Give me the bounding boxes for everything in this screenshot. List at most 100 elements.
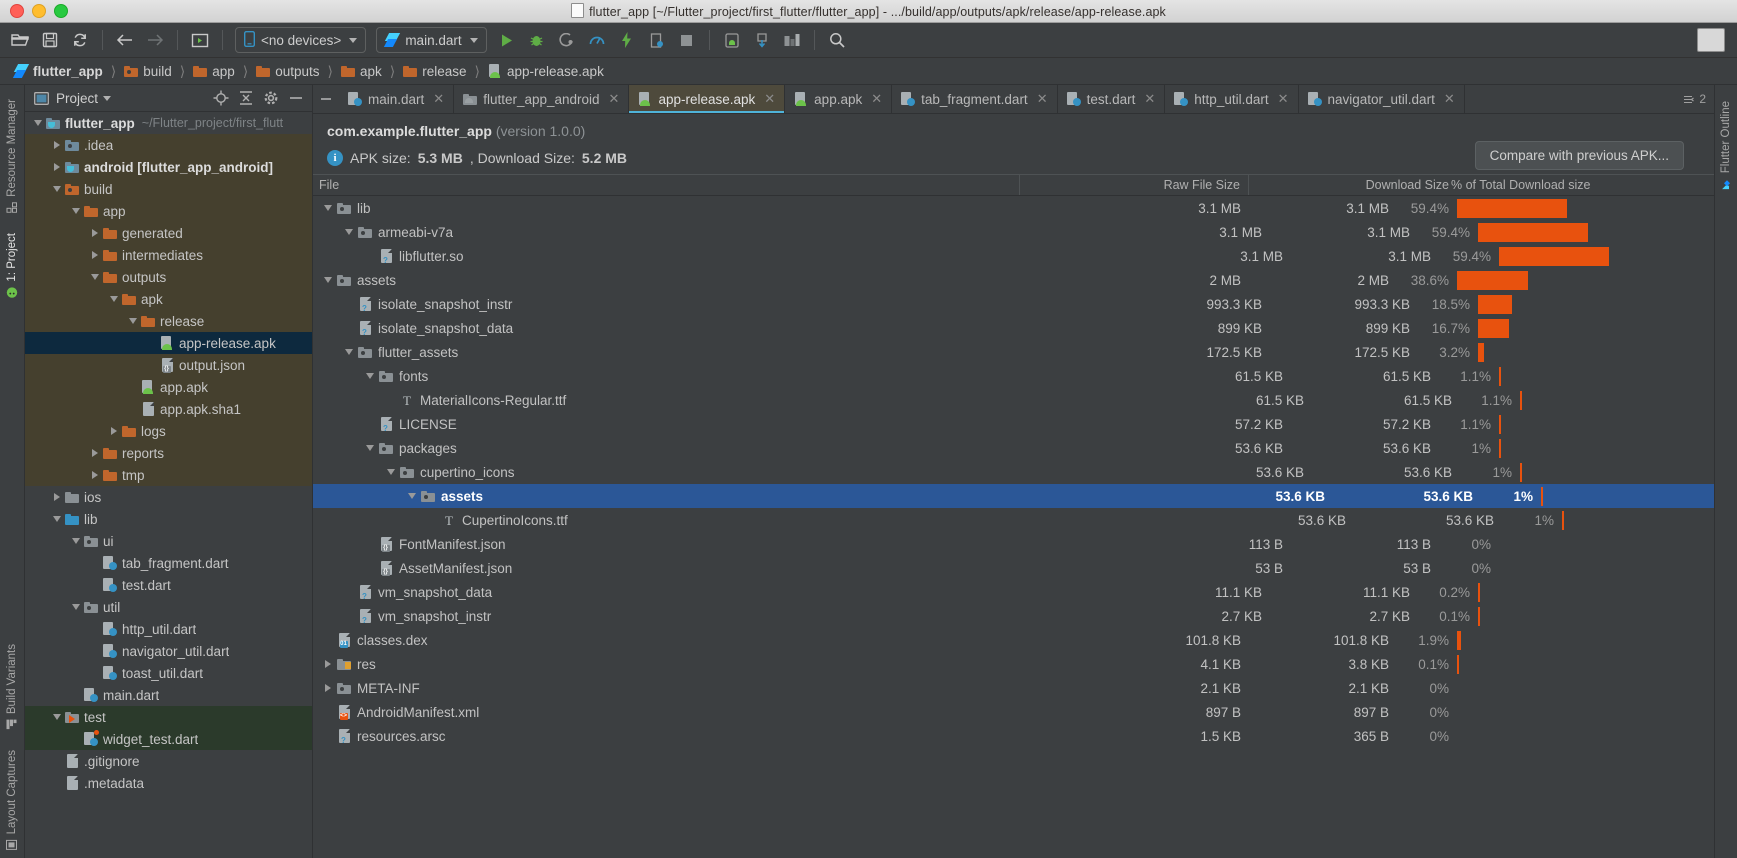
collapse-all-icon[interactable]	[236, 88, 256, 108]
chevron-down-icon[interactable]	[69, 538, 82, 544]
window-controls[interactable]	[0, 4, 68, 18]
editor-tab-app-release-apk[interactable]: app-release.apk ✕	[629, 85, 786, 113]
editor-tab-flutter-app-android[interactable]: flutter_app_android ✕	[454, 85, 630, 113]
project-tree-node[interactable]: apk	[25, 288, 312, 310]
run-configuration-selector[interactable]: main.dart	[376, 27, 487, 53]
sidebar-item-resource-manager[interactable]: Resource Manager	[4, 91, 20, 221]
toggle-toolbar-button[interactable]	[1697, 28, 1725, 52]
close-icon[interactable]: ✕	[433, 91, 444, 107]
project-tree-node[interactable]: widget_test.dart	[25, 728, 312, 750]
project-tree-node[interactable]: app.apk	[25, 376, 312, 398]
debug-icon[interactable]	[523, 27, 551, 53]
search-icon[interactable]	[823, 27, 851, 53]
table-row[interactable]: ? isolate_snapshot_instr 993.3 KB 993.3 KB 1…	[313, 292, 1714, 316]
breadcrumb-item-flutter_app[interactable]: flutter_app	[12, 63, 105, 79]
layout-inspector-icon[interactable]	[778, 27, 806, 53]
table-row[interactable]: assets 53.6 KB 53.6 KB 1%	[313, 484, 1714, 508]
project-tree-node[interactable]: http_util.dart	[25, 618, 312, 640]
table-row[interactable]: ? LICENSE 57.2 KB 57.2 KB 1.1%	[313, 412, 1714, 436]
chevron-right-icon[interactable]	[88, 471, 101, 479]
back-icon[interactable]	[111, 27, 139, 53]
project-tree-node[interactable]: .idea	[25, 134, 312, 156]
project-tree-node[interactable]: main.dart	[25, 684, 312, 706]
flash-icon[interactable]	[613, 27, 641, 53]
chevron-down-icon[interactable]	[321, 205, 335, 211]
coverage-icon[interactable]	[553, 27, 581, 53]
settings-gear-icon[interactable]	[261, 88, 281, 108]
chevron-right-icon[interactable]	[107, 427, 120, 435]
table-row[interactable]: armeabi-v7a 3.1 MB 3.1 MB 59.4%	[313, 220, 1714, 244]
project-tree-node[interactable]: ios	[25, 486, 312, 508]
table-row[interactable]: assets 2 MB 2 MB 38.6%	[313, 268, 1714, 292]
chevron-down-icon[interactable]	[384, 469, 398, 475]
device-selector[interactable]: <no devices>	[235, 27, 367, 53]
editor-tab-http-util-dart[interactable]: http_util.dart ✕	[1165, 85, 1299, 113]
project-tree-node[interactable]: app-release.apk	[25, 332, 312, 354]
project-tree-node[interactable]: test	[25, 706, 312, 728]
profile-icon[interactable]	[583, 27, 611, 53]
chevron-right-icon[interactable]	[50, 163, 63, 171]
chevron-down-icon[interactable]	[69, 604, 82, 610]
chevron-right-icon[interactable]	[321, 660, 335, 668]
column-header-percent-of-total[interactable]: % of Total Download size	[1451, 175, 1714, 195]
close-icon[interactable]: ✕	[1037, 91, 1048, 107]
project-tree-node[interactable]: util	[25, 596, 312, 618]
table-row[interactable]: T CupertinoIcons.ttf 53.6 KB 53.6 KB 1%	[313, 508, 1714, 532]
table-row[interactable]: ? isolate_snapshot_data 899 KB 899 KB 16.7%	[313, 316, 1714, 340]
editor-tab-app-apk[interactable]: app.apk ✕	[785, 85, 893, 113]
breadcrumb-item-release[interactable]: release	[401, 64, 468, 79]
sdk-manager-icon[interactable]	[748, 27, 776, 53]
table-row[interactable]: fonts 61.5 KB 61.5 KB 1.1%	[313, 364, 1714, 388]
avd-manager-icon[interactable]	[718, 27, 746, 53]
table-row[interactable]: res 4.1 KB 3.8 KB 0.1%	[313, 652, 1714, 676]
column-header-file[interactable]: File	[313, 175, 1020, 195]
editor-tab-bar[interactable]: main.dart ✕ flutter_app_android ✕ app-releas…	[313, 85, 1714, 114]
chevron-down-icon[interactable]	[88, 274, 101, 280]
project-tree-node[interactable]: .metadata	[25, 772, 312, 794]
table-row[interactable]: META-INF 2.1 KB 2.1 KB 0%	[313, 676, 1714, 700]
sync-icon[interactable]	[66, 27, 94, 53]
table-row[interactable]: <> AndroidManifest.xml 897 B 897 B 0%	[313, 700, 1714, 724]
hide-editor-icon[interactable]	[313, 85, 339, 113]
project-tree-node[interactable]: build	[25, 178, 312, 200]
project-view-select-icon[interactable]	[31, 88, 51, 108]
locate-icon[interactable]	[211, 88, 231, 108]
sidebar-item-layout-captures[interactable]: Layout Captures	[4, 742, 20, 858]
editor-tabs-overflow[interactable]: 2	[1676, 85, 1714, 113]
editor-tab-main-dart[interactable]: main.dart ✕	[339, 85, 455, 113]
project-tree-node[interactable]: outputs	[25, 266, 312, 288]
project-tree-node[interactable]: release	[25, 310, 312, 332]
close-window-button[interactable]	[10, 4, 24, 18]
save-icon[interactable]	[36, 27, 64, 53]
close-icon[interactable]: ✕	[1278, 91, 1289, 107]
chevron-right-icon[interactable]	[88, 449, 101, 457]
column-header-raw-file-size[interactable]: Raw File Size	[1020, 175, 1249, 195]
close-icon[interactable]: ✕	[1144, 91, 1155, 107]
project-tree-node[interactable]: tab_fragment.dart	[25, 552, 312, 574]
table-row[interactable]: flutter_assets 172.5 KB 172.5 KB 3.2%	[313, 340, 1714, 364]
chevron-down-icon[interactable]	[31, 120, 44, 126]
chevron-right-icon[interactable]	[88, 251, 101, 259]
project-tree-node[interactable]: app	[25, 200, 312, 222]
project-tree-node[interactable]: tmp	[25, 464, 312, 486]
chevron-down-icon[interactable]	[103, 95, 112, 101]
project-tree-node[interactable]: toast_util.dart	[25, 662, 312, 684]
editor-tab-tab-fragment-dart[interactable]: tab_fragment.dart ✕	[892, 85, 1058, 113]
maximize-window-button[interactable]	[54, 4, 68, 18]
sidebar-item-flutter-outline[interactable]: Flutter Outline	[1718, 93, 1734, 197]
project-tree-node[interactable]: ui	[25, 530, 312, 552]
table-row[interactable]: ? vm_snapshot_instr 2.7 KB 2.7 KB 0.1%	[313, 604, 1714, 628]
table-row[interactable]: cupertino_icons 53.6 KB 53.6 KB 1%	[313, 460, 1714, 484]
project-tree-node[interactable]: reports	[25, 442, 312, 464]
project-tree-node[interactable]: test.dart	[25, 574, 312, 596]
open-folder-icon[interactable]	[6, 27, 34, 53]
hide-panel-icon[interactable]	[286, 88, 306, 108]
chevron-down-icon[interactable]	[107, 296, 120, 302]
attach-debugger-icon[interactable]	[643, 27, 671, 53]
project-tree-node[interactable]: generated	[25, 222, 312, 244]
chevron-right-icon[interactable]	[50, 493, 63, 501]
chevron-down-icon[interactable]	[342, 349, 356, 355]
forward-icon[interactable]	[141, 27, 169, 53]
chevron-right-icon[interactable]	[88, 229, 101, 237]
close-icon[interactable]: ✕	[1444, 91, 1455, 107]
